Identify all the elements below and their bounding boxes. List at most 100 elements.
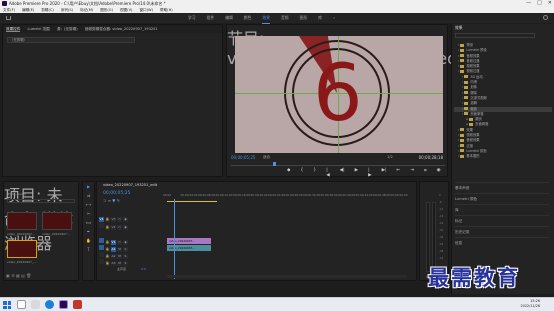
effects-panel-title: 效果 xyxy=(455,25,463,30)
project-item-thumbnail[interactable] xyxy=(42,212,72,230)
go-to-out-button[interactable]: ▶| xyxy=(382,168,387,178)
timeline-playhead[interactable] xyxy=(174,199,175,279)
eye-icon[interactable]: ◉ xyxy=(123,217,128,222)
ripple-edit-tool-icon[interactable]: ⟷ xyxy=(83,200,94,209)
tab-source[interactable]: 源：(无剪辑) xyxy=(57,27,78,31)
comparison-view-button[interactable]: ◉ xyxy=(437,168,441,178)
workspace-tab-libraries[interactable]: 库 xyxy=(318,13,322,24)
edge-browser-icon[interactable] xyxy=(45,300,54,309)
wrench-icon[interactable]: ✎ xyxy=(117,198,120,203)
search-icon[interactable] xyxy=(17,300,26,309)
extract-button[interactable]: ⇥ xyxy=(410,168,414,178)
minimize-button[interactable]: — xyxy=(526,0,531,7)
timeline-ruler[interactable]: 00;00 00;00;04;0000;00;08;0000;00;12;0000… xyxy=(163,193,413,199)
add-marker-button[interactable]: ◆ xyxy=(287,168,290,178)
list-view-icon[interactable]: ☰ xyxy=(11,273,15,278)
section-history[interactable]: 历史记录 xyxy=(455,226,549,237)
go-to-in-button[interactable]: |◀ xyxy=(326,168,329,178)
effects-tree-label: 内滑 xyxy=(470,80,477,85)
section-essential-sound[interactable]: 基本声音 xyxy=(455,182,549,193)
step-back-button[interactable]: ◀| xyxy=(340,168,345,178)
timeline-sequence-tab[interactable]: video_20220907_193251_edit xyxy=(97,182,416,189)
workspace-more-icon[interactable]: » xyxy=(333,13,335,24)
section-lumetri-color[interactable]: Lumetri 颜色 xyxy=(455,193,549,204)
windows-start-icon[interactable] xyxy=(3,301,11,309)
mark-in-button[interactable]: { xyxy=(300,168,303,178)
program-scrubber[interactable] xyxy=(231,162,445,166)
close-button[interactable]: ✕ xyxy=(548,0,552,7)
selection-tool-icon[interactable]: ▶ xyxy=(83,182,94,191)
effects-search-input[interactable] xyxy=(455,33,535,38)
app-taskbar-icon[interactable] xyxy=(73,300,82,309)
premiere-taskbar-icon[interactable] xyxy=(59,300,68,309)
icon-view-icon[interactable]: ▦ xyxy=(16,273,20,278)
track-lock-icon[interactable]: 🔒 xyxy=(105,225,110,230)
tab-audio-clip-mixer[interactable]: 音频剪辑混合器: video_20220907_193251 xyxy=(85,27,158,31)
slip-tool-icon[interactable]: ⟺ xyxy=(83,218,94,227)
folder-icon xyxy=(460,128,465,132)
workspace-tab-editing[interactable]: 编辑 xyxy=(225,13,233,24)
timeline-timecode[interactable]: 00;00;05;25 xyxy=(103,191,130,196)
duration-timecode: 00;00;28;18 xyxy=(418,155,443,160)
window-title: Adobe Premiere Pro 2020 - C:\用户\Ebuy\文档\… xyxy=(9,1,166,6)
playhead-timecode[interactable]: 00;00;05;25 xyxy=(231,155,255,160)
maximize-button[interactable]: □ xyxy=(537,0,542,7)
track-target-toggle[interactable] xyxy=(99,259,104,264)
track-target-toggle[interactable] xyxy=(99,238,104,243)
section-info[interactable]: 信息 xyxy=(455,237,549,248)
lift-button[interactable]: ⇤ xyxy=(397,168,401,178)
workspace-tab-effects[interactable]: 效果 xyxy=(262,13,270,24)
track-target-toggle[interactable] xyxy=(99,252,104,257)
project-item-thumbnail-selected[interactable] xyxy=(7,240,37,258)
workspace-tab-audio[interactable]: 音频 xyxy=(281,13,289,24)
effects-tree-item[interactable]: › 基本图形 xyxy=(454,154,552,159)
search-icon[interactable] xyxy=(543,15,548,20)
tab-effect-controls[interactable]: 效果控件 xyxy=(6,27,21,32)
transport-controls: ◆ { } |◀ ◀| ▶ |▶ ▶| ⇤ ⇥ ⌗ ◉ + xyxy=(287,168,454,178)
track-target-toggle[interactable]: V1 xyxy=(99,217,104,222)
play-button[interactable]: ▶ xyxy=(355,168,358,178)
track-lock-icon[interactable]: 🔒 xyxy=(105,217,110,222)
project-item-thumbnail[interactable] xyxy=(7,212,37,230)
zoom-fit-dropdown[interactable]: 适合 xyxy=(263,155,270,160)
sync-lock-icon[interactable]: ▭ xyxy=(117,217,122,222)
master-volume-value[interactable]: 0.0 xyxy=(141,267,146,271)
resolution-dropdown[interactable]: 1/2 xyxy=(387,155,393,159)
track-label: V2 xyxy=(111,225,116,230)
track-target-toggle[interactable] xyxy=(99,245,104,250)
workspace-tab-color[interactable]: 颜色 xyxy=(244,13,252,24)
project-search-input[interactable] xyxy=(7,199,75,203)
workspace-tab-learn[interactable]: 学习 xyxy=(188,13,196,24)
workspace-tab-graphics[interactable]: 图形 xyxy=(300,13,308,24)
section-markers[interactable]: 标记 xyxy=(455,215,549,226)
sync-lock-icon[interactable]: ▭ xyxy=(117,225,122,230)
task-view-icon[interactable] xyxy=(31,300,40,309)
scrubber-playhead[interactable] xyxy=(273,162,276,166)
track-target-toggle[interactable] xyxy=(99,223,104,228)
track-select-tool-icon[interactable]: ⇉ xyxy=(83,191,94,200)
system-clock[interactable]: 15:26 2022/11/28 xyxy=(520,299,540,309)
home-icon[interactable] xyxy=(6,16,11,20)
timeline-scrollbar[interactable] xyxy=(167,275,407,278)
workspace-tab-assembly[interactable]: 组件 xyxy=(207,13,215,24)
step-forward-button[interactable]: |▶ xyxy=(368,168,371,178)
razor-tool-icon[interactable]: ✂ xyxy=(83,209,94,218)
folder-icon xyxy=(464,80,469,84)
export-frame-button[interactable]: ⌗ xyxy=(424,168,427,178)
clip-selector-dropdown[interactable]: （无剪辑） xyxy=(7,37,135,43)
trash-icon[interactable]: 🗑 xyxy=(26,273,31,278)
new-item-icon[interactable]: ▤ xyxy=(21,273,25,278)
track-lock-icon[interactable]: 🔒 xyxy=(105,261,110,266)
lock-icon[interactable]: ▣ xyxy=(6,273,10,278)
section-libraries[interactable]: 库 xyxy=(455,204,549,215)
snap-icon[interactable]: ⊃ xyxy=(103,198,106,203)
add-marker-icon[interactable]: ▼ xyxy=(112,198,115,203)
meter-scale-label: -24 xyxy=(439,222,444,225)
mark-out-button[interactable]: } xyxy=(313,168,316,178)
tab-lumetri-scopes[interactable]: Lumetri 范围 xyxy=(28,27,50,31)
eye-icon[interactable]: ◉ xyxy=(123,225,128,230)
pen-tool-icon[interactable]: ✒ xyxy=(83,227,94,236)
hand-tool-icon[interactable]: ✋ xyxy=(83,236,94,245)
type-tool-icon[interactable]: T xyxy=(83,245,94,254)
linked-selection-icon[interactable]: ∞ xyxy=(108,198,111,203)
